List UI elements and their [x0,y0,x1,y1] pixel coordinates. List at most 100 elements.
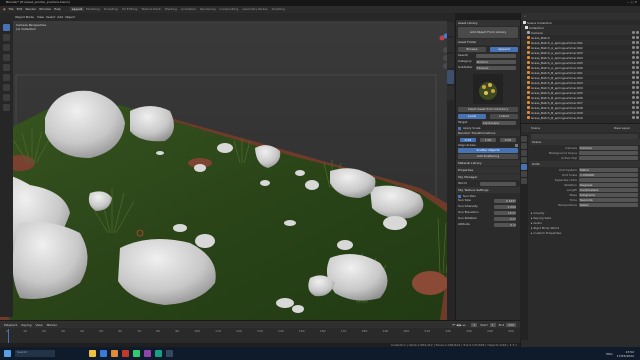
visibility-icon[interactable] [632,86,640,89]
workspace-tab-2[interactable]: Sculpting [102,7,120,11]
browser-icon[interactable] [100,350,107,357]
app4-icon[interactable] [155,350,162,357]
view-layer-tab-icon[interactable] [521,157,527,163]
units-section[interactable]: Units [530,161,640,167]
sun-row-value[interactable]: 0 m [494,223,516,227]
collapsed-panel[interactable]: ▸ Rigid Body World [531,226,638,230]
world-select[interactable] [480,182,516,186]
tab-item[interactable] [447,22,454,36]
asset-library-header[interactable]: Asset Library [456,20,520,26]
random-transform-header[interactable]: Random Transformations [456,130,520,136]
mode-selector[interactable]: Object Mode [15,15,34,19]
timeline-ruler[interactable]: 0 10 20 30 40 50 60 70 80 90 100 110 120 130 140 150 160… [0,328,520,334]
scene-select[interactable]: Scene [531,126,540,130]
add-cube-icon[interactable] [3,104,10,111]
viewport-menu-object[interactable]: Object [65,15,75,19]
end-field[interactable]: 250 [506,322,516,327]
size-rand-field[interactable]: 0.00 [500,138,516,142]
clock[interactable]: 13:52 17/05/2022 [617,350,634,358]
viewport-menu-select[interactable]: Select [46,15,55,19]
playback-controls[interactable]: ⏮ ◀ ▶ ⏭ [452,323,465,327]
property-value[interactable]: Metric [579,168,638,172]
workspace-tab-9[interactable]: Geometry Nodes [240,7,269,11]
visibility-icon[interactable] [632,106,640,109]
insert-asset-button[interactable]: Insert Asset from Directory [458,107,518,112]
properties-header[interactable]: Properties [456,167,520,173]
measure-icon[interactable] [3,94,10,101]
sky-manager-header[interactable]: Sky Manager [456,174,520,180]
blender-taskbar-icon[interactable] [111,350,118,357]
cursor-icon[interactable] [3,34,10,41]
scatter-objects-button[interactable]: Scatter Objects [458,148,518,153]
target-select[interactable]: Landscape [482,121,516,125]
search-input[interactable] [476,54,516,58]
app3-icon[interactable] [144,350,151,357]
view-layer-select[interactable]: View Layer [614,126,630,130]
add-object-button[interactable]: Add Object From Library [458,27,518,38]
taskbar-search[interactable]: Search [15,350,55,357]
start-field[interactable]: 1 [489,322,496,327]
start-menu-icon[interactable] [4,350,11,357]
viewport-menu-add[interactable]: Add [57,15,63,19]
workspace-tab-1[interactable]: Modeling [84,7,102,11]
collapsed-panel[interactable]: ▸ Keying Sets [531,216,638,220]
linked-button[interactable]: Linked [490,114,518,119]
app5-icon[interactable] [166,350,173,357]
menu-item-file[interactable]: File [9,7,14,11]
tool-tab-icon[interactable] [521,136,527,142]
sun-row-value[interactable]: 0.545° [494,199,516,203]
property-value[interactable] [579,178,638,182]
output-tab-icon[interactable] [521,150,527,156]
timeline-menu-view[interactable]: View [35,323,42,327]
tab-sky-manager[interactable] [447,86,454,100]
collapsed-panel[interactable]: ▸ Gravity [531,211,638,215]
visibility-icon[interactable] [632,31,640,34]
visibility-icon[interactable] [632,76,640,79]
apply-scale-checkbox[interactable] [458,127,461,130]
workspace-tab-5[interactable]: Shading [163,7,179,11]
workspace-tab-6[interactable]: Animation [179,7,198,11]
property-value[interactable]: Seconds [579,198,638,202]
property-value[interactable]: Centimeters [579,188,638,192]
align-checkbox[interactable] [515,144,518,147]
visibility-icon[interactable] [632,81,640,84]
visibility-icon[interactable] [632,61,640,64]
timeline-menu-playback[interactable]: Playback [4,323,17,327]
asset-preview-thumbnail[interactable] [473,74,503,104]
workspace-tab-7[interactable]: Rendering [198,7,217,11]
visibility-icon[interactable] [632,36,640,39]
browse-button[interactable]: Browse [458,47,486,52]
menu-item-render[interactable]: Render [25,7,36,11]
move-icon[interactable] [3,44,10,51]
scale-icon[interactable] [3,64,10,71]
visibility-icon[interactable] [632,101,640,104]
visibility-icon[interactable] [632,111,640,114]
rotate-icon[interactable] [3,54,10,61]
workspace-tab-0[interactable]: Layout [69,7,85,11]
size-max-field[interactable]: 1.00 [480,138,496,142]
outliner-filter-icon[interactable]: ⌕ [524,14,526,18]
property-value[interactable]: 1.000000 [579,173,638,177]
menu-item-window[interactable]: Window [39,7,51,11]
scene-tab-icon[interactable] [521,164,527,170]
visibility-icon[interactable] [632,96,640,99]
workspace-tab-3[interactable]: UV Editing [120,7,140,11]
collapsed-panel[interactable]: ▸ Audio [531,221,638,225]
render-tab-icon[interactable] [521,143,527,149]
property-value[interactable]: Kilograms [579,193,638,197]
add-scattering-button[interactable]: Add Scattering [458,154,518,159]
visibility-icon[interactable] [632,51,640,54]
property-value[interactable]: Kelvin [579,203,638,207]
annotate-icon[interactable] [3,84,10,91]
select-box-icon[interactable] [3,24,10,31]
visibility-icon[interactable] [632,56,640,59]
tab-view[interactable] [447,54,454,68]
3d-viewport[interactable] [0,13,455,320]
language-indicator[interactable]: ENG [606,352,612,356]
property-value[interactable] [579,156,638,160]
current-frame-field[interactable]: 1 [471,322,478,327]
scene-section[interactable]: Scene [530,139,640,145]
sun-row-value[interactable]: 0.0° [494,217,516,221]
visibility-icon[interactable] [632,91,640,94]
size-min-field[interactable]: 0.25 [460,138,476,142]
